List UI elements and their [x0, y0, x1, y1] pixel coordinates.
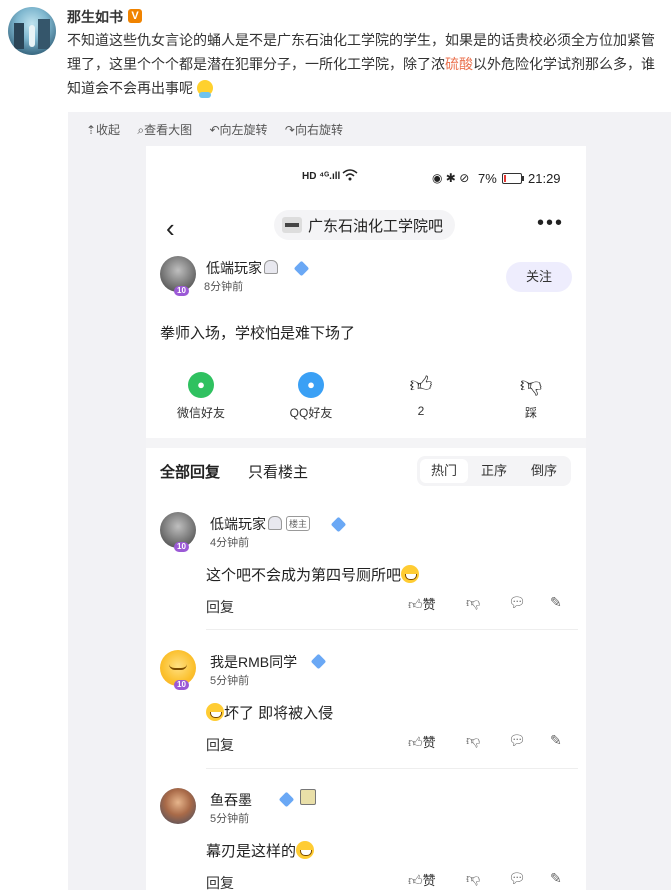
reply-text: 幕刃是这样的 — [206, 840, 315, 861]
sort-asc[interactable]: 正序 — [470, 459, 518, 483]
share-wechat-button[interactable]: ● 微信好友 — [161, 372, 241, 421]
grin-emoji-icon — [401, 565, 420, 583]
reply-avatar[interactable]: 10 — [160, 512, 196, 552]
like-button[interactable]: 👍︎ 2 — [381, 372, 461, 418]
comment-icon[interactable]: 💬︎ — [508, 870, 526, 887]
reply-button[interactable]: 回复 — [206, 873, 234, 890]
wifi-icon — [342, 168, 358, 185]
sort-desc[interactable]: 倒序 — [520, 459, 568, 483]
reply-avatar[interactable] — [160, 788, 196, 824]
comment-icon[interactable]: 💬︎ — [508, 594, 526, 611]
phone-screenshot[interactable]: HD ⁴ᴳ.ıll ◉ ✱ ⊘ 7% 21:29 ‹ 广东石油化工学院吧 •••… — [146, 146, 586, 890]
thumbs-down-icon[interactable]: 👎︎ — [466, 732, 480, 749]
like-reply-button[interactable]: 👍︎赞 — [408, 594, 436, 613]
worried-face-icon — [196, 80, 213, 98]
share-row: ● 微信好友 ● QQ好友 👍︎ 2 👎︎ 踩 — [146, 372, 586, 422]
reply-button[interactable]: 回复 — [206, 735, 234, 755]
thread-title: 拳师入场，学校怕是难下场了 — [160, 325, 356, 342]
wechat-icon: ● — [188, 372, 214, 398]
level-badge: 10 — [174, 542, 189, 552]
verified-badge-icon: V — [128, 9, 142, 23]
thumbs-up-icon: 👍︎ — [408, 596, 423, 612]
section-divider — [146, 438, 586, 448]
medal-icon — [300, 789, 316, 805]
diamond-icon — [293, 260, 310, 277]
edit-icon[interactable]: ✎ — [550, 870, 562, 887]
thumbs-up-icon: 👍︎ — [408, 734, 423, 750]
forum-logo-icon — [282, 217, 302, 233]
forum-name: 广东石油化工学院吧 — [308, 217, 444, 235]
network-status: HD ⁴ᴳ.ıll — [302, 171, 341, 182]
ghost-icon — [264, 260, 278, 274]
reply-button[interactable]: 回复 — [206, 597, 234, 617]
level-badge: 10 — [174, 680, 189, 690]
thumbs-up-icon: 👍︎ — [409, 372, 433, 397]
diamond-icon — [310, 653, 327, 670]
author-avatar[interactable] — [8, 7, 56, 55]
reply-time: 5分钟前 — [210, 675, 250, 687]
author-name[interactable]: 那生如书 — [67, 7, 123, 27]
highlight-link[interactable]: 硫酸 — [445, 56, 473, 72]
sort-segment: 热门 正序 倒序 — [417, 456, 571, 486]
thumbs-down-icon: 👎︎ — [519, 372, 543, 397]
view-large-button[interactable]: ⌕查看大图 — [137, 123, 192, 137]
diamond-icon — [330, 516, 347, 533]
clock: 21:29 — [528, 171, 561, 186]
follow-button[interactable]: 关注 — [506, 262, 572, 292]
share-qq-button[interactable]: ● QQ好友 — [271, 372, 351, 421]
reply-separator — [206, 629, 578, 630]
reply-text: 坏了 即将被入侵 — [206, 702, 333, 723]
diamond-icon — [278, 791, 295, 808]
reply-tabs: 全部回复 只看楼主 热门 正序 倒序 — [146, 456, 586, 490]
post-text: 不知道这些仇女言论的蛹人是不是广东石油化工学院的学生，如果是的话贵校必须全方位加… — [67, 32, 655, 98]
level-badge: 10 — [174, 286, 189, 296]
dislike-button[interactable]: 👎︎ 踩 — [491, 372, 571, 421]
nav-bar: ‹ 广东石油化工学院吧 ••• — [146, 208, 586, 252]
tab-all-replies[interactable]: 全部回复 — [160, 461, 220, 482]
op-time: 8分钟前 — [204, 281, 244, 293]
op-avatar[interactable]: 10 — [160, 256, 196, 296]
reply-username[interactable]: 低端玩家 楼主 — [210, 514, 311, 534]
viewer-toolbar: ⇡收起 ⌕查看大图 ↶向左旋转 ↷向右旋转 — [86, 121, 357, 138]
op-tag: 楼主 — [286, 516, 311, 531]
thumbs-down-icon[interactable]: 👎︎ — [466, 594, 480, 611]
grin-emoji-icon — [296, 841, 315, 859]
qq-icon: ● — [298, 372, 324, 398]
reply-separator — [206, 768, 578, 769]
status-icons: ◉ ✱ ⊘ — [432, 171, 470, 185]
rotate-left-button[interactable]: ↶向左旋转 — [209, 123, 267, 137]
thumbs-down-icon[interactable]: 👎︎ — [466, 870, 480, 887]
grin-emoji-icon — [206, 703, 224, 721]
edit-icon[interactable]: ✎ — [550, 594, 562, 611]
reply-username[interactable]: 鱼吞墨 — [210, 790, 252, 810]
battery-percent: 7% — [478, 171, 497, 186]
reply-time: 5分钟前 — [210, 813, 250, 825]
reply-text: 这个吧不会成为第四号厕所吧 — [206, 564, 420, 585]
back-arrow-icon[interactable]: ‹ — [166, 214, 175, 242]
like-reply-button[interactable]: 👍︎赞 — [408, 870, 436, 889]
comment-icon[interactable]: 💬︎ — [508, 732, 526, 749]
reply-username[interactable]: 我是RMB同学 — [210, 652, 297, 672]
reply-avatar[interactable]: 10 — [160, 650, 196, 690]
battery-icon — [502, 173, 524, 184]
forum-name-pill[interactable]: 广东石油化工学院吧 — [274, 210, 456, 240]
rotate-right-button[interactable]: ↷向右旋转 — [285, 123, 343, 137]
sort-hot[interactable]: 热门 — [420, 459, 468, 483]
collapse-button[interactable]: ⇡收起 — [86, 123, 120, 137]
like-reply-button[interactable]: 👍︎赞 — [408, 732, 436, 751]
thumbs-up-icon: 👍︎ — [408, 872, 423, 888]
ghost-icon — [268, 516, 282, 530]
tab-op-only[interactable]: 只看楼主 — [248, 461, 308, 482]
reply-time: 4分钟前 — [210, 537, 250, 549]
edit-icon[interactable]: ✎ — [550, 732, 562, 749]
op-username[interactable]: 低端玩家 — [206, 258, 278, 278]
more-icon[interactable]: ••• — [537, 212, 564, 235]
